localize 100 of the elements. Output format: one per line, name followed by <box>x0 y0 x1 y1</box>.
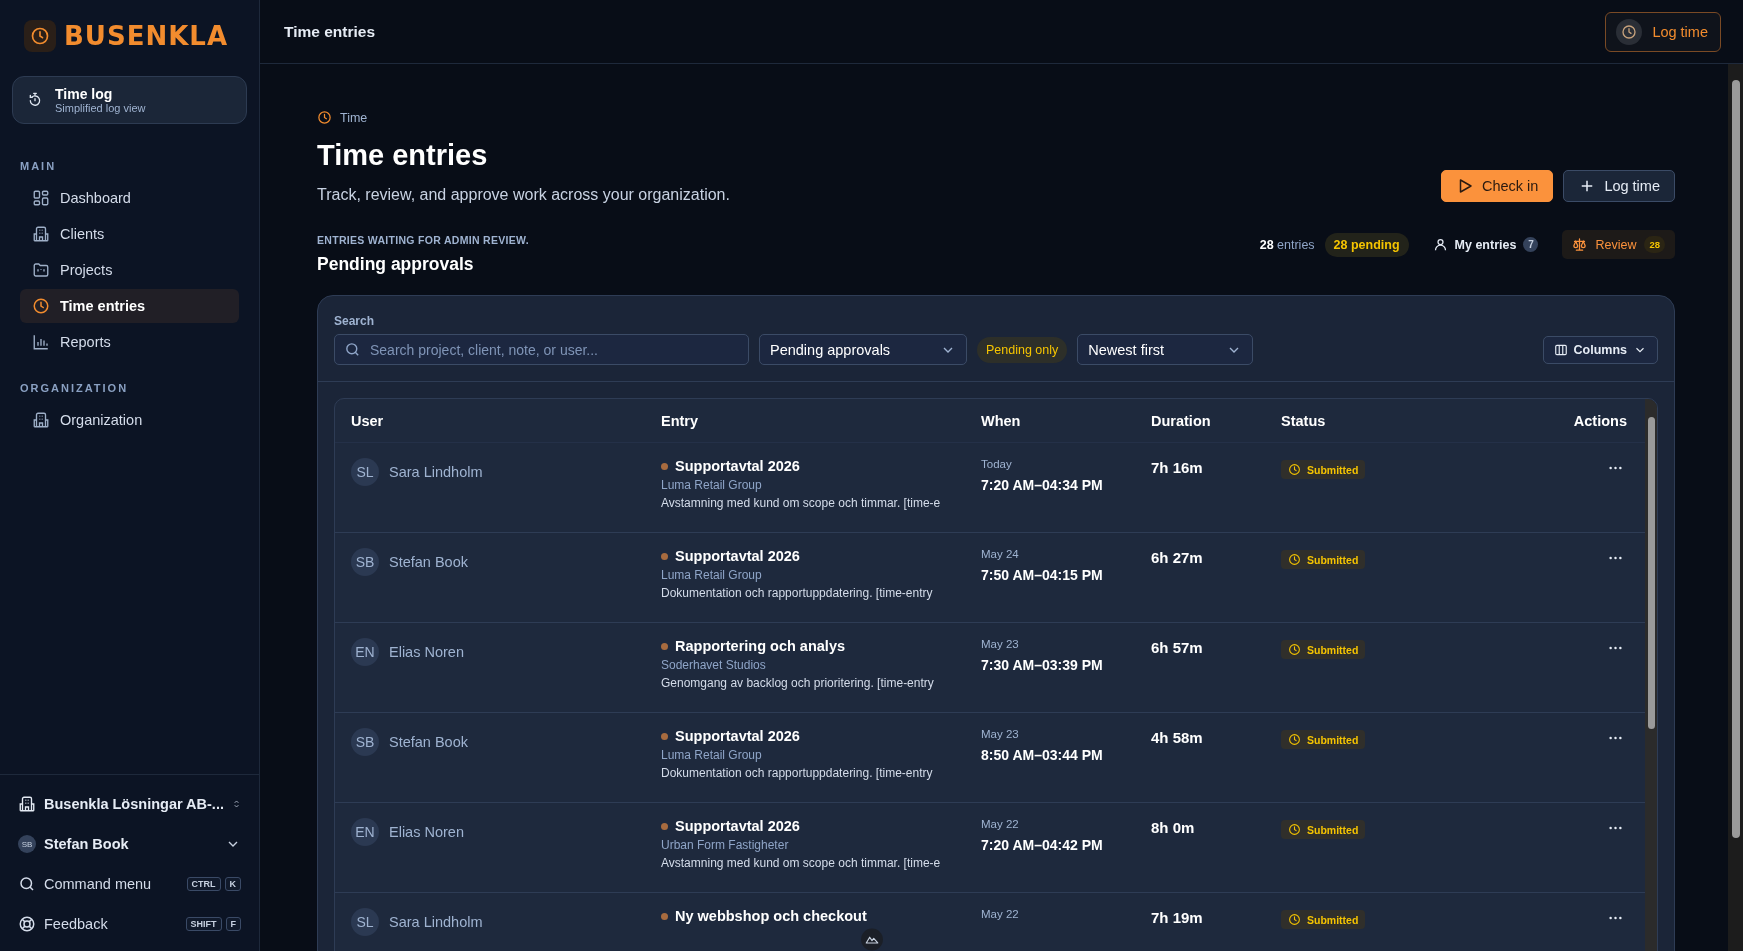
shortcut-item[interactable]: Feedback SHIFT F <box>12 907 247 941</box>
user-name: Stefan Book <box>389 554 468 570</box>
entry-date: May 23 <box>981 638 1020 650</box>
avatar: SB <box>18 835 36 853</box>
entry-date: May 22 <box>981 908 1020 920</box>
user-name: Elias Noren <box>389 824 464 840</box>
clock-icon <box>30 26 50 46</box>
project-name: Supportavtal 2026 <box>675 458 800 474</box>
avatar: SL <box>351 458 379 486</box>
time-range: 7:20 AM–04:42 PM <box>981 837 1104 853</box>
column-header: Duration <box>1151 412 1212 429</box>
bar-chart-icon <box>32 333 50 351</box>
duration: 7h 16m <box>1151 459 1203 476</box>
key-hint: K <box>224 877 241 891</box>
entry-note: Genomgang av backlog och prioritering. [time-entry <box>661 676 935 690</box>
user-name: Stefan Book <box>389 734 468 750</box>
count-badge: 28 <box>1644 236 1665 253</box>
page-title: Time entries <box>317 139 489 172</box>
card-title: Time log <box>55 86 114 102</box>
client-name: Luma Retail Group <box>661 568 763 582</box>
client-name: Luma Retail Group <box>661 478 763 492</box>
project-name: Rapportering och analys <box>675 638 845 654</box>
nav-item[interactable]: Organization <box>20 403 239 437</box>
eyebrow-label: Time <box>340 110 368 125</box>
count-badge: 7 <box>1523 237 1539 252</box>
section-title: Pending approvals <box>317 254 475 275</box>
entries-count: 28 entries <box>1259 237 1315 252</box>
key-hint: CTRL <box>186 877 221 891</box>
client-name: Urban Form Fastigheter <box>661 838 790 852</box>
sort-dropdown[interactable]: Newest first <box>1077 334 1254 365</box>
building-icon <box>32 411 50 429</box>
more-icon[interactable] <box>1609 646 1622 650</box>
status-badge: Submitted <box>1281 730 1366 749</box>
page-header-title: Time entries <box>284 22 376 41</box>
project-name: Supportavtal 2026 <box>675 818 800 834</box>
nav-item[interactable]: Dashboard <box>20 181 239 215</box>
user-name: Elias Noren <box>389 644 464 660</box>
time-range: 7:50 AM–04:15 PM <box>981 567 1104 583</box>
entry-note: Dokumentation och rapportuppdatering. [time-entry <box>661 586 934 600</box>
scrollbar[interactable] <box>1728 64 1743 951</box>
column-header: User <box>351 412 385 429</box>
nav-item[interactable]: Projects <box>20 253 239 287</box>
entry-date: May 24 <box>981 548 1020 560</box>
more-icon[interactable] <box>1609 556 1622 560</box>
column-header: When <box>981 412 1022 429</box>
log-time-button[interactable]: Log time <box>1605 11 1721 52</box>
status-badge: Submitted <box>1281 460 1366 479</box>
more-icon[interactable] <box>1609 736 1622 740</box>
duration: 8h 0m <box>1151 819 1195 836</box>
section-heading: MAIN <box>19 159 58 174</box>
clock-icon <box>1288 823 1301 836</box>
avatar: SL <box>351 908 379 936</box>
clock-icon <box>32 297 50 315</box>
avatar: EN <box>351 638 379 666</box>
more-icon[interactable] <box>1609 826 1622 830</box>
scrollbar[interactable] <box>1645 399 1657 951</box>
entry-note: Avstamning med kund om scope och timmar. [time-e <box>661 496 942 510</box>
status-badge: Submitted <box>1281 910 1366 929</box>
clock-icon <box>1288 463 1301 476</box>
organization-switcher[interactable]: Busenkla Lösningar AB-... <box>12 787 247 821</box>
folder-icon <box>32 261 50 279</box>
duration: 4h 58m <box>1151 729 1203 746</box>
avatar: SB <box>351 548 379 576</box>
columns-button[interactable]: Columns <box>1542 336 1658 364</box>
entry-date: Today <box>981 458 1013 470</box>
time-log-card[interactable]: Time log Simplified log view <box>12 76 247 124</box>
columns-icon <box>1553 343 1568 357</box>
check-in-button[interactable]: Check in <box>1440 170 1554 202</box>
field-label: Search <box>334 314 376 328</box>
status-badge: Submitted <box>1281 820 1366 839</box>
view-dropdown[interactable]: Pending approvals <box>759 334 967 365</box>
search-field[interactable]: Search project, client, note, or user... <box>334 334 749 365</box>
my-entries-button[interactable]: My entries 7 <box>1426 236 1545 253</box>
more-icon[interactable] <box>1609 466 1622 470</box>
shortcut-item[interactable]: Command menu CTRL K <box>12 867 247 901</box>
duration: 7h 19m <box>1151 909 1203 926</box>
building-icon <box>18 795 36 813</box>
lifebuoy-icon <box>18 915 36 933</box>
nav-item[interactable]: Clients <box>20 217 239 251</box>
brand-name: BUSENKLA <box>64 21 228 51</box>
entry-date: May 22 <box>981 818 1020 830</box>
entry-note: Dokumentation och rapportuppdatering. [time-entry <box>661 766 934 780</box>
user-name: Sara Lindholm <box>389 914 483 930</box>
clock-icon <box>1288 643 1301 656</box>
pending-only-chip[interactable]: Pending only <box>977 337 1068 363</box>
avatar: EN <box>351 818 379 846</box>
scale-icon <box>1572 237 1588 252</box>
key-hint: F <box>225 917 241 931</box>
clock-icon <box>1621 23 1638 40</box>
section-heading: ORGANIZATION <box>19 381 130 396</box>
column-header: Entry <box>661 412 700 429</box>
nav-item[interactable]: Time entries <box>20 289 239 323</box>
more-icon[interactable] <box>1609 916 1622 920</box>
user-menu[interactable]: SB Stefan Book <box>12 827 247 861</box>
client-name: Luma Retail Group <box>661 748 763 762</box>
nav-item[interactable]: Reports <box>20 325 239 359</box>
log-time-button[interactable]: Log time <box>1563 170 1675 202</box>
column-header: Status <box>1281 412 1327 429</box>
review-button[interactable]: Review 28 <box>1562 230 1675 259</box>
time-range: 8:50 AM–03:44 PM <box>981 747 1104 763</box>
